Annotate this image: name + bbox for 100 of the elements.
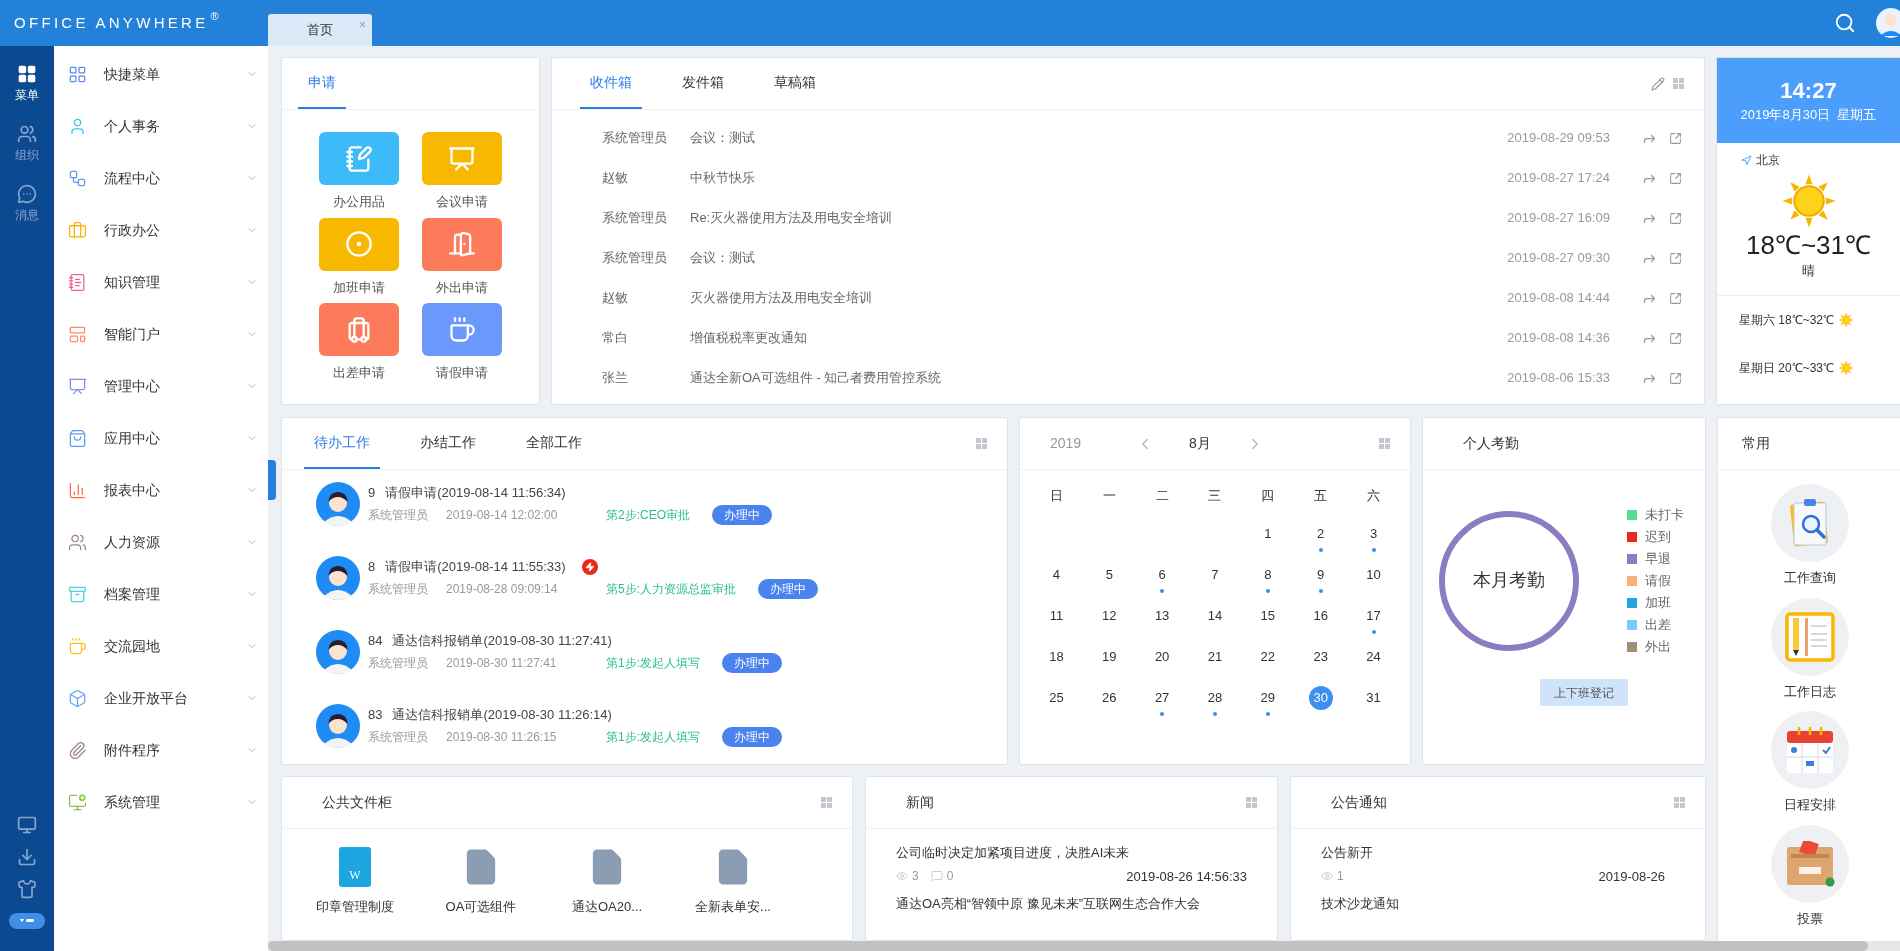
work-title[interactable]: 通达信科报销单(2019-08-30 11:27:41) <box>392 631 612 651</box>
sidebar-item[interactable]: 报表中心 <box>54 464 268 516</box>
sidebar-item[interactable]: 档案管理 <box>54 568 268 620</box>
file-item[interactable]: OA可选组件 <box>418 847 544 917</box>
open-icon[interactable] <box>1669 251 1682 265</box>
panel-tab[interactable]: 申请 <box>298 58 346 109</box>
mail-subject[interactable]: Re:灭火器使用方法及用电安全培训 <box>690 208 1508 228</box>
page-tab[interactable]: 首页 × <box>268 14 372 46</box>
calendar-day[interactable]: 4 <box>1030 563 1083 604</box>
apply-shortcut[interactable]: 外出申请 <box>410 217 514 297</box>
sidebar-item[interactable]: 智能门户 <box>54 308 268 360</box>
notice-title[interactable]: 公告新开 <box>1321 843 1665 863</box>
grid-icon[interactable] <box>821 797 832 808</box>
calendar-day[interactable]: 19 <box>1082 645 1136 686</box>
open-icon[interactable] <box>1669 171 1682 185</box>
calendar-day[interactable]: 3 <box>1347 522 1400 563</box>
calendar-day[interactable]: 27 <box>1135 686 1189 727</box>
sidebar-item[interactable]: 系统管理 <box>54 776 268 828</box>
calendar-month[interactable]: 8月 <box>1154 433 1246 454</box>
sidebar-item[interactable]: 交流园地 <box>54 620 268 672</box>
sidebar-item[interactable]: 快捷菜单 <box>54 48 268 100</box>
search-icon[interactable] <box>1834 12 1856 34</box>
calendar-day[interactable]: 2 <box>1294 522 1348 563</box>
avatar-icon[interactable] <box>1876 8 1900 38</box>
calendar-day[interactable]: 25 <box>1030 686 1083 727</box>
calendar-day[interactable]: 12 <box>1082 604 1136 645</box>
calendar-day[interactable]: 10 <box>1347 563 1400 604</box>
sidebar-item[interactable]: 附件程序 <box>54 724 268 776</box>
open-icon[interactable] <box>1669 291 1682 305</box>
panel-tab[interactable]: 办结工作 <box>410 418 486 469</box>
panel-tab[interactable]: 全部工作 <box>516 418 592 469</box>
calendar-day[interactable]: 17 <box>1347 604 1400 645</box>
mail-subject[interactable]: 通达全新OA可选组件 - 知己者费用管控系统 <box>690 368 1508 388</box>
calendar-day[interactable]: 7 <box>1188 563 1242 604</box>
apply-shortcut[interactable]: 会议申请 <box>410 132 514 212</box>
open-icon[interactable] <box>1669 331 1682 345</box>
apply-shortcut[interactable]: 出差申请 <box>307 303 411 383</box>
monitor-icon[interactable] <box>17 815 37 835</box>
calendar-day[interactable]: 18 <box>1030 645 1083 686</box>
calendar-day[interactable]: 5 <box>1082 563 1136 604</box>
notice-title[interactable]: 技术沙龙通知 <box>1321 894 1665 914</box>
calendar-day[interactable]: 16 <box>1294 604 1348 645</box>
grid-icon[interactable] <box>1674 797 1685 808</box>
sidebar-item[interactable]: 行政办公 <box>54 204 268 256</box>
sidebar-item[interactable]: 企业开放平台 <box>54 672 268 724</box>
file-item[interactable]: 全新表单安... <box>670 847 796 917</box>
grid-icon[interactable] <box>1246 797 1257 808</box>
calendar-day[interactable]: 20 <box>1135 645 1189 686</box>
sidebar-item[interactable]: 人力资源 <box>54 516 268 568</box>
sidebar-item[interactable]: 流程中心 <box>54 152 268 204</box>
open-icon[interactable] <box>1669 371 1682 385</box>
calendar-day[interactable]: 15 <box>1241 604 1295 645</box>
calendar-day[interactable]: 24 <box>1347 645 1400 686</box>
calendar-day[interactable]: 11 <box>1030 604 1083 645</box>
mail-subject[interactable]: 增值税税率更改通知 <box>690 328 1508 348</box>
download-icon[interactable] <box>17 847 37 867</box>
apply-shortcut[interactable]: 请假申请 <box>410 303 514 383</box>
grid-icon[interactable] <box>1673 78 1684 89</box>
news-title[interactable]: 通达OA亮相“智领中原 豫见未来”互联网生态合作大会 <box>896 894 1247 914</box>
calendar-day[interactable]: 13 <box>1135 604 1189 645</box>
rail-item[interactable]: 组织 <box>0 114 54 174</box>
calendar-day[interactable]: 26 <box>1082 686 1136 727</box>
collapse-handle[interactable] <box>268 460 276 500</box>
calendar-day[interactable]: 6 <box>1135 563 1189 604</box>
calendar-day[interactable]: 28 <box>1188 686 1242 727</box>
rail-item[interactable]: 菜单 <box>0 54 54 114</box>
panel-tab[interactable]: 发件箱 <box>672 58 734 109</box>
calendar-day[interactable]: 1 <box>1241 522 1295 563</box>
sidebar-item[interactable]: 应用中心 <box>54 412 268 464</box>
calendar-day[interactable]: 21 <box>1188 645 1242 686</box>
work-title[interactable]: 请假申请(2019-08-14 11:55:33) <box>385 557 566 577</box>
apply-shortcut[interactable]: 办公用品 <box>307 132 411 212</box>
mail-subject[interactable]: 灭火器使用方法及用电安全培训 <box>690 288 1508 308</box>
calendar-day[interactable]: 14 <box>1188 604 1242 645</box>
calendar-day[interactable]: 9 <box>1294 563 1348 604</box>
mail-subject[interactable]: 中秋节快乐 <box>690 168 1508 188</box>
grid-icon[interactable] <box>1379 438 1390 449</box>
sidebar-item[interactable]: 知识管理 <box>54 256 268 308</box>
work-title[interactable]: 通达信科报销单(2019-08-30 11:26:14) <box>392 705 612 725</box>
news-title[interactable]: 公司临时决定加紧项目进度，决胜AI未来 <box>896 843 1247 863</box>
calendar-day[interactable]: 8 <box>1241 563 1295 604</box>
file-item[interactable]: W 印章管理制度 <box>292 847 418 917</box>
calendar-day[interactable]: 22 <box>1241 645 1295 686</box>
mail-subject[interactable]: 会议：测试 <box>690 248 1508 268</box>
work-title[interactable]: 请假申请(2019-08-14 11:56:34) <box>385 483 566 503</box>
open-icon[interactable] <box>1669 131 1682 145</box>
sidebar-item[interactable]: 管理中心 <box>54 360 268 412</box>
horizontal-scrollbar[interactable] <box>268 941 1900 951</box>
grid-icon[interactable] <box>976 438 987 449</box>
mail-subject[interactable]: 会议：测试 <box>690 128 1508 148</box>
calendar-day[interactable]: 23 <box>1294 645 1348 686</box>
apply-shortcut[interactable]: 加班申请 <box>307 217 411 297</box>
panel-tab[interactable]: 草稿箱 <box>764 58 826 109</box>
file-item[interactable]: 通达OA20... <box>544 847 670 917</box>
rail-item[interactable]: 消息 <box>0 174 54 234</box>
sidebar-item[interactable]: 个人事务 <box>54 100 268 152</box>
edit-icon[interactable] <box>1651 76 1665 91</box>
clock-in-button[interactable]: 上下班登记 <box>1540 679 1628 706</box>
shirt-icon[interactable] <box>17 879 37 899</box>
calendar-day[interactable]: 29 <box>1241 686 1295 727</box>
